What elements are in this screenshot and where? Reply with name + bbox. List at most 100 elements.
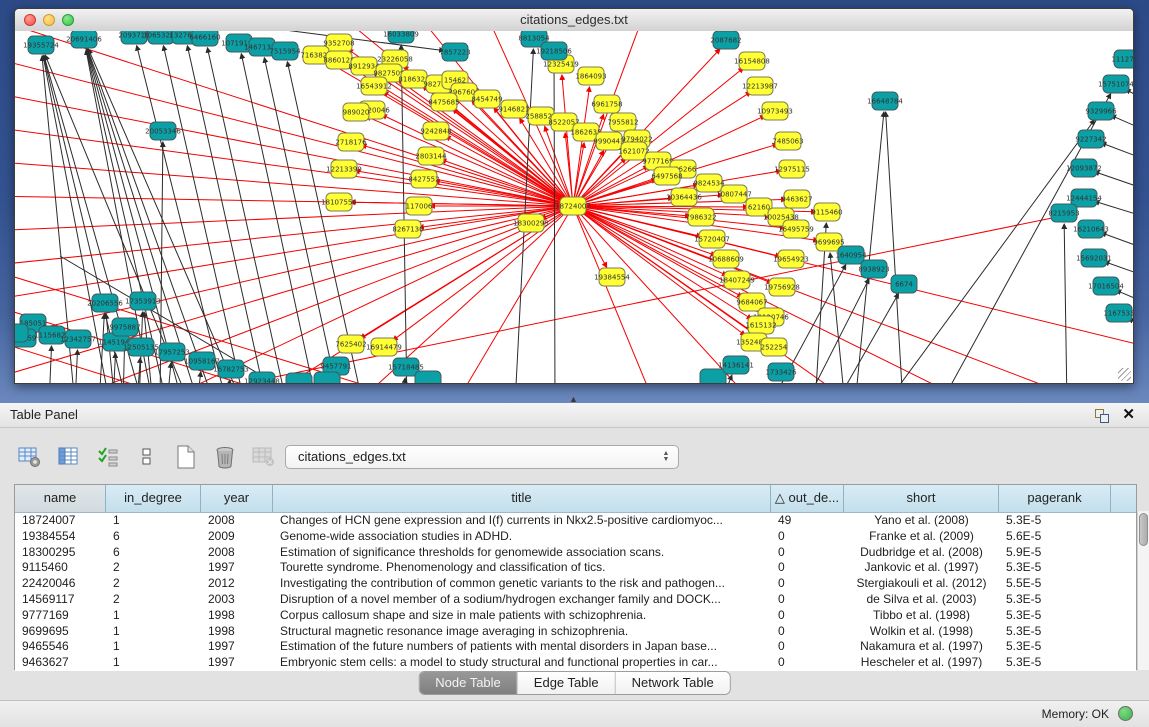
svg-text:18107554: 18107554 xyxy=(321,199,357,207)
svg-text:2087682: 2087682 xyxy=(710,37,741,45)
table-row[interactable]: 946362711997Embryonic stem cells: a mode… xyxy=(15,655,1136,671)
row-height-icon[interactable] xyxy=(133,444,160,470)
svg-text:15718485: 15718485 xyxy=(388,364,424,372)
svg-text:2803144: 2803144 xyxy=(415,153,447,161)
column-header-name[interactable]: name xyxy=(15,485,106,512)
graph-node[interactable] xyxy=(700,369,726,383)
svg-text:15720407: 15720407 xyxy=(694,236,730,244)
column-header-indegree[interactable]: in_degree xyxy=(106,485,201,512)
column-header-short[interactable]: short xyxy=(844,485,999,512)
show-columns-icon[interactable] xyxy=(55,444,82,470)
svg-text:10958167: 10958167 xyxy=(184,358,220,366)
svg-text:7515954: 7515954 xyxy=(269,48,301,56)
svg-text:16914479: 16914479 xyxy=(366,344,402,352)
column-header-title[interactable]: title xyxy=(273,485,771,512)
svg-text:1621072: 1621072 xyxy=(618,148,649,156)
column-header-outde[interactable]: △ out_de... xyxy=(771,485,844,512)
table-body: 1872400712008Changes of HCN gene express… xyxy=(15,513,1136,671)
table-row[interactable]: 969969511998Structural magnetic resonanc… xyxy=(15,624,1136,640)
table-settings-icon[interactable] xyxy=(16,444,43,470)
network-canvas[interactable]: 1872400718300295193845549352708716382288… xyxy=(15,31,1133,383)
svg-text:18300295: 18300295 xyxy=(513,220,549,228)
column-header-year[interactable]: year xyxy=(201,485,273,512)
table-row[interactable]: 1830029562008Estimation of significance … xyxy=(15,545,1136,561)
svg-text:1615132: 1615132 xyxy=(745,322,776,330)
network-window: citations_edges.txt 18724007 18300295 1938… xyxy=(14,8,1134,384)
select-columns-icon[interactable] xyxy=(94,444,121,470)
float-panel-icon[interactable] xyxy=(1095,409,1109,422)
new-table-icon[interactable] xyxy=(172,444,199,470)
graph-node[interactable] xyxy=(314,372,340,383)
svg-text:12975115: 12975115 xyxy=(774,166,810,174)
svg-text:17353913: 17353913 xyxy=(125,298,161,306)
svg-text:252254: 252254 xyxy=(761,344,788,352)
svg-text:8813054: 8813054 xyxy=(518,35,550,43)
graph-node[interactable] xyxy=(286,373,312,383)
svg-text:1864093: 1864093 xyxy=(575,73,606,81)
svg-text:9824534: 9824534 xyxy=(693,180,725,188)
svg-text:1640954: 1640954 xyxy=(835,252,867,260)
svg-text:19756928: 19756928 xyxy=(764,284,800,292)
memory-status-indicator[interactable] xyxy=(1118,706,1133,721)
minimize-window-icon[interactable] xyxy=(43,14,55,26)
node-table: namein_degreeyeartitle△ out_de...shortpa… xyxy=(14,484,1137,670)
window-titlebar[interactable]: citations_edges.txt xyxy=(15,9,1133,32)
table-header-row: namein_degreeyeartitle△ out_de...shortpa… xyxy=(15,485,1136,513)
svg-text:12444154: 12444154 xyxy=(1066,195,1102,203)
table-row[interactable]: 977716911998Corpus callosum shape and si… xyxy=(15,608,1136,624)
tab-network-table[interactable]: Network Table xyxy=(616,672,730,694)
graph-node[interactable] xyxy=(415,371,441,383)
svg-text:20691406: 20691406 xyxy=(66,36,102,44)
table-row[interactable]: 946554611997Estimation of the future num… xyxy=(15,639,1136,655)
table-panel-body: f(x) citations_edges.txt ▲▼ namein_degre… xyxy=(0,428,1149,700)
table-tabs: Node Table Edge Table Network Table xyxy=(418,671,731,695)
table-scrollbar[interactable] xyxy=(1137,511,1149,670)
svg-text:12342757: 12342757 xyxy=(60,336,96,344)
svg-text:1167533: 1167533 xyxy=(1103,310,1133,318)
table-row[interactable]: 1456911722003Disruption of a novel membe… xyxy=(15,592,1136,608)
svg-text:23226058: 23226058 xyxy=(377,56,413,64)
svg-text:20364436: 20364436 xyxy=(666,194,702,202)
svg-text:16648784: 16648784 xyxy=(867,98,903,106)
svg-text:62160: 62160 xyxy=(748,204,770,212)
table-scrollbar-thumb[interactable] xyxy=(1139,513,1148,546)
delete-table-icon[interactable] xyxy=(211,444,238,470)
graph-node[interactable] xyxy=(15,324,28,342)
zoom-window-icon[interactable] xyxy=(62,14,74,26)
svg-text:117006: 117006 xyxy=(406,203,433,211)
svg-text:9242848: 9242848 xyxy=(420,128,451,136)
svg-text:17957253: 17957253 xyxy=(154,349,190,357)
table-row[interactable]: 911546021997Tourette syndrome. Phenomeno… xyxy=(15,560,1136,576)
svg-text:15692031: 15692031 xyxy=(1076,255,1112,263)
network-svg[interactable]: 1872400718300295193845549352708716382288… xyxy=(15,31,1133,383)
svg-text:18724007: 18724007 xyxy=(555,203,591,211)
svg-text:16154808: 16154808 xyxy=(734,58,770,66)
svg-text:15751074: 15751074 xyxy=(1098,81,1133,89)
svg-text:14136141: 14136141 xyxy=(718,362,754,370)
window-resize-grip[interactable] xyxy=(1118,368,1131,381)
svg-text:9463627: 9463627 xyxy=(781,196,812,204)
column-header-pagerank[interactable]: pagerank xyxy=(999,485,1111,512)
svg-text:19355724: 19355724 xyxy=(23,42,59,50)
svg-text:18407249: 18407249 xyxy=(719,277,755,285)
svg-text:6674: 6674 xyxy=(895,281,913,289)
svg-text:16782753: 16782753 xyxy=(213,366,249,374)
table-panel-header: Table Panel ✕ xyxy=(0,403,1149,428)
svg-text:8475685: 8475685 xyxy=(428,99,459,107)
table-selector-value: citations_edges.txt xyxy=(298,449,406,464)
svg-text:10807447: 10807447 xyxy=(716,191,752,199)
svg-text:8938923: 8938923 xyxy=(858,266,889,274)
close-window-icon[interactable] xyxy=(24,14,36,26)
svg-text:9352708: 9352708 xyxy=(323,40,354,48)
table-row[interactable]: 1872400712008Changes of HCN gene express… xyxy=(15,513,1136,529)
tab-edge-table[interactable]: Edge Table xyxy=(518,672,616,694)
table-selector-dropdown[interactable]: citations_edges.txt ▲▼ xyxy=(285,445,679,469)
svg-text:19384554: 19384554 xyxy=(594,274,630,282)
svg-text:19654923: 19654923 xyxy=(773,256,809,264)
tab-node-table[interactable]: Node Table xyxy=(419,672,518,694)
table-row[interactable]: 2242004622012Investigating the contribut… xyxy=(15,576,1136,592)
svg-text:7625402: 7625402 xyxy=(335,341,366,349)
svg-text:8454749: 8454749 xyxy=(471,96,502,104)
table-row[interactable]: 1938455462009Genome-wide association stu… xyxy=(15,529,1136,545)
close-panel-icon[interactable]: ✕ xyxy=(1122,406,1135,424)
